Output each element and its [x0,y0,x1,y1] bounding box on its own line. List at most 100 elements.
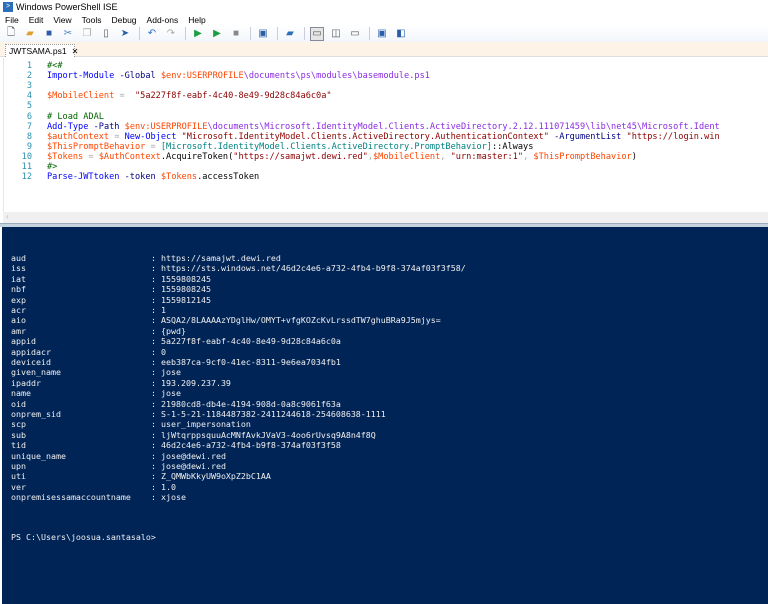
new-file-icon[interactable]: 🗋 [4,27,18,41]
claim-name: amr [11,326,151,336]
tab-jwtsama[interactable]: JWTSAMA.ps1 ✕ [5,44,75,57]
console-row: onpremisessamaccountname: xjose [11,492,186,502]
layout-max-icon[interactable]: ▭ [348,27,362,41]
console-row: deviceid: eeb387ca-9cf0-41ec-8311-9e6ea7… [11,357,341,367]
save-icon[interactable]: ■ [42,27,56,41]
layout-right-icon[interactable]: ◫ [329,27,343,41]
claim-name: exp [11,295,151,305]
layout-top-icon[interactable]: ▭ [310,27,324,41]
code-token: \documents\ps\modules\basemodule.ps1 [244,71,430,81]
code-token: = [109,132,125,142]
console-pane[interactable]: aud: https://samajwt.dewi.rediss: https:… [2,227,768,604]
menu-add-ons[interactable]: Add-ons [142,15,184,25]
script-editor[interactable]: 1#<#2Import-Module -Global $env:USERPROF… [3,58,768,212]
code-token: $env:USERPROFILE [161,71,244,81]
separator: : [151,326,161,336]
console-row: ver: 1.0 [11,482,176,492]
toolbar-separator [139,27,140,40]
open-folder-icon[interactable]: ▰ [23,27,37,41]
code-token: -token [125,172,156,182]
code-token: ) [632,152,637,162]
separator: : [151,253,161,263]
claim-name: given_name [11,367,151,377]
code-line: 11#> [4,162,768,172]
menu-debug[interactable]: Debug [106,15,141,25]
undo-icon[interactable]: ↶ [145,27,159,41]
menu-bar: FileEditViewToolsDebugAdd-onsHelp [0,14,768,25]
console-row: iss: https://sts.windows.net/46d2c4e6-a7… [11,263,466,273]
toolbar: 🗋 ▰ ■ ✂ ❐ ▯ ➤ ↶ ↷ ▶ ▶ ■ ▣ ▰ ▭ ◫ ▭ ▣ ◧ [0,25,768,42]
line-number: 1 [4,61,32,71]
menu-file[interactable]: File [0,15,24,25]
copy-icon[interactable]: ❐ [80,27,94,41]
toolbar-separator [185,27,186,40]
claim-value: S-1-5-21-1184487382-2411244618-254608638… [161,409,386,419]
code-token: Add-Type [47,122,88,132]
code-line: 4$MobileClient = "5a227f8f-eabf-4c40-8e4… [4,91,768,101]
title-bar: > Windows PowerShell ISE [0,0,768,14]
claim-value: 1559808245 [161,284,211,294]
code-token: New-Object [125,132,177,142]
code-token: "Microsoft.IdentityModel.Clients.ActiveD… [176,132,549,142]
horizontal-scrollbar[interactable]: ‹ [3,212,768,223]
claim-name: tid [11,440,151,450]
paste-icon[interactable]: ▯ [99,27,113,41]
run-selection-icon[interactable]: ▶ [210,27,224,41]
code-token: $env:USERPROFILE [125,122,208,132]
show-script-icon[interactable]: ▣ [375,27,389,41]
separator: : [151,451,161,461]
claim-name: aio [11,315,151,325]
separator: : [151,430,161,440]
code-token: "urn:master:1" [451,152,523,162]
tab-label: JWTSAMA.ps1 [9,46,67,56]
menu-edit[interactable]: Edit [24,15,49,25]
code-token: $ThisPromptBehavior [533,152,631,162]
code-token: $MobileClient [373,152,440,162]
code-token: #> [47,162,57,172]
claim-value: ASQA2/8LAAAAzYDglHw/OMYT+vfgKOZcKvLrssdT… [161,315,441,325]
claim-name: aud [11,253,151,263]
code-line: 7Add-Type -Path $env:USERPROFILE\documen… [4,122,768,132]
line-number: 7 [4,122,32,132]
scroll-left-icon[interactable]: ‹ [6,212,9,221]
claim-value: jose@dewi.red [161,461,226,471]
line-number: 4 [4,91,32,101]
toolbar-separator [304,27,305,40]
console-prompt[interactable]: PS C:\Users\joosua.santasalo> [11,532,156,542]
show-console-icon[interactable]: ◧ [394,27,408,41]
separator: : [151,347,161,357]
code-line: 6# Load ADAL [4,112,768,122]
code-token: Parse-JWTtoken [47,172,119,182]
code-token: $Tokens [161,172,197,182]
code-token: "https://login.win [621,132,719,142]
claim-name: ipaddr [11,378,151,388]
code-token: $AuthContext [99,152,161,162]
code-token: -ArgumentList [554,132,621,142]
separator: : [151,388,161,398]
code-token: $Tokens [47,152,83,162]
line-number: 10 [4,152,32,162]
powershell-icon[interactable]: ▰ [283,27,297,41]
run-icon[interactable]: ▶ [191,27,205,41]
menu-help[interactable]: Help [183,15,210,25]
claim-value: 46d2c4e6-a732-4fb4-b9f8-374af03f3f58 [161,440,341,450]
stop-icon[interactable]: ■ [229,27,243,41]
remote-tab-icon[interactable]: ▣ [256,27,270,41]
clear-icon[interactable]: ➤ [118,27,132,41]
code-token: [Microsoft.IdentityModel.Clients.ActiveD… [161,142,492,152]
menu-view[interactable]: View [48,15,76,25]
console-row: uti: Z_QMWbKkyUW9oXpZ2bC1AA [11,471,271,481]
separator: : [151,336,161,346]
code-token: "5a227f8f-eabf-4c40-8e49-9d28c84a6c0a" [130,91,332,101]
cut-icon[interactable]: ✂ [61,27,75,41]
redo-icon[interactable]: ↷ [164,27,178,41]
console-row: acr: 1 [11,305,166,315]
menu-tools[interactable]: Tools [77,15,107,25]
code-line: 5 [4,101,768,111]
tab-bar: JWTSAMA.ps1 ✕ [0,42,768,57]
claim-name: upn [11,461,151,471]
separator: : [151,378,161,388]
line-number: 6 [4,112,32,122]
close-icon[interactable]: ✕ [72,47,79,56]
code-token: , [440,152,450,162]
